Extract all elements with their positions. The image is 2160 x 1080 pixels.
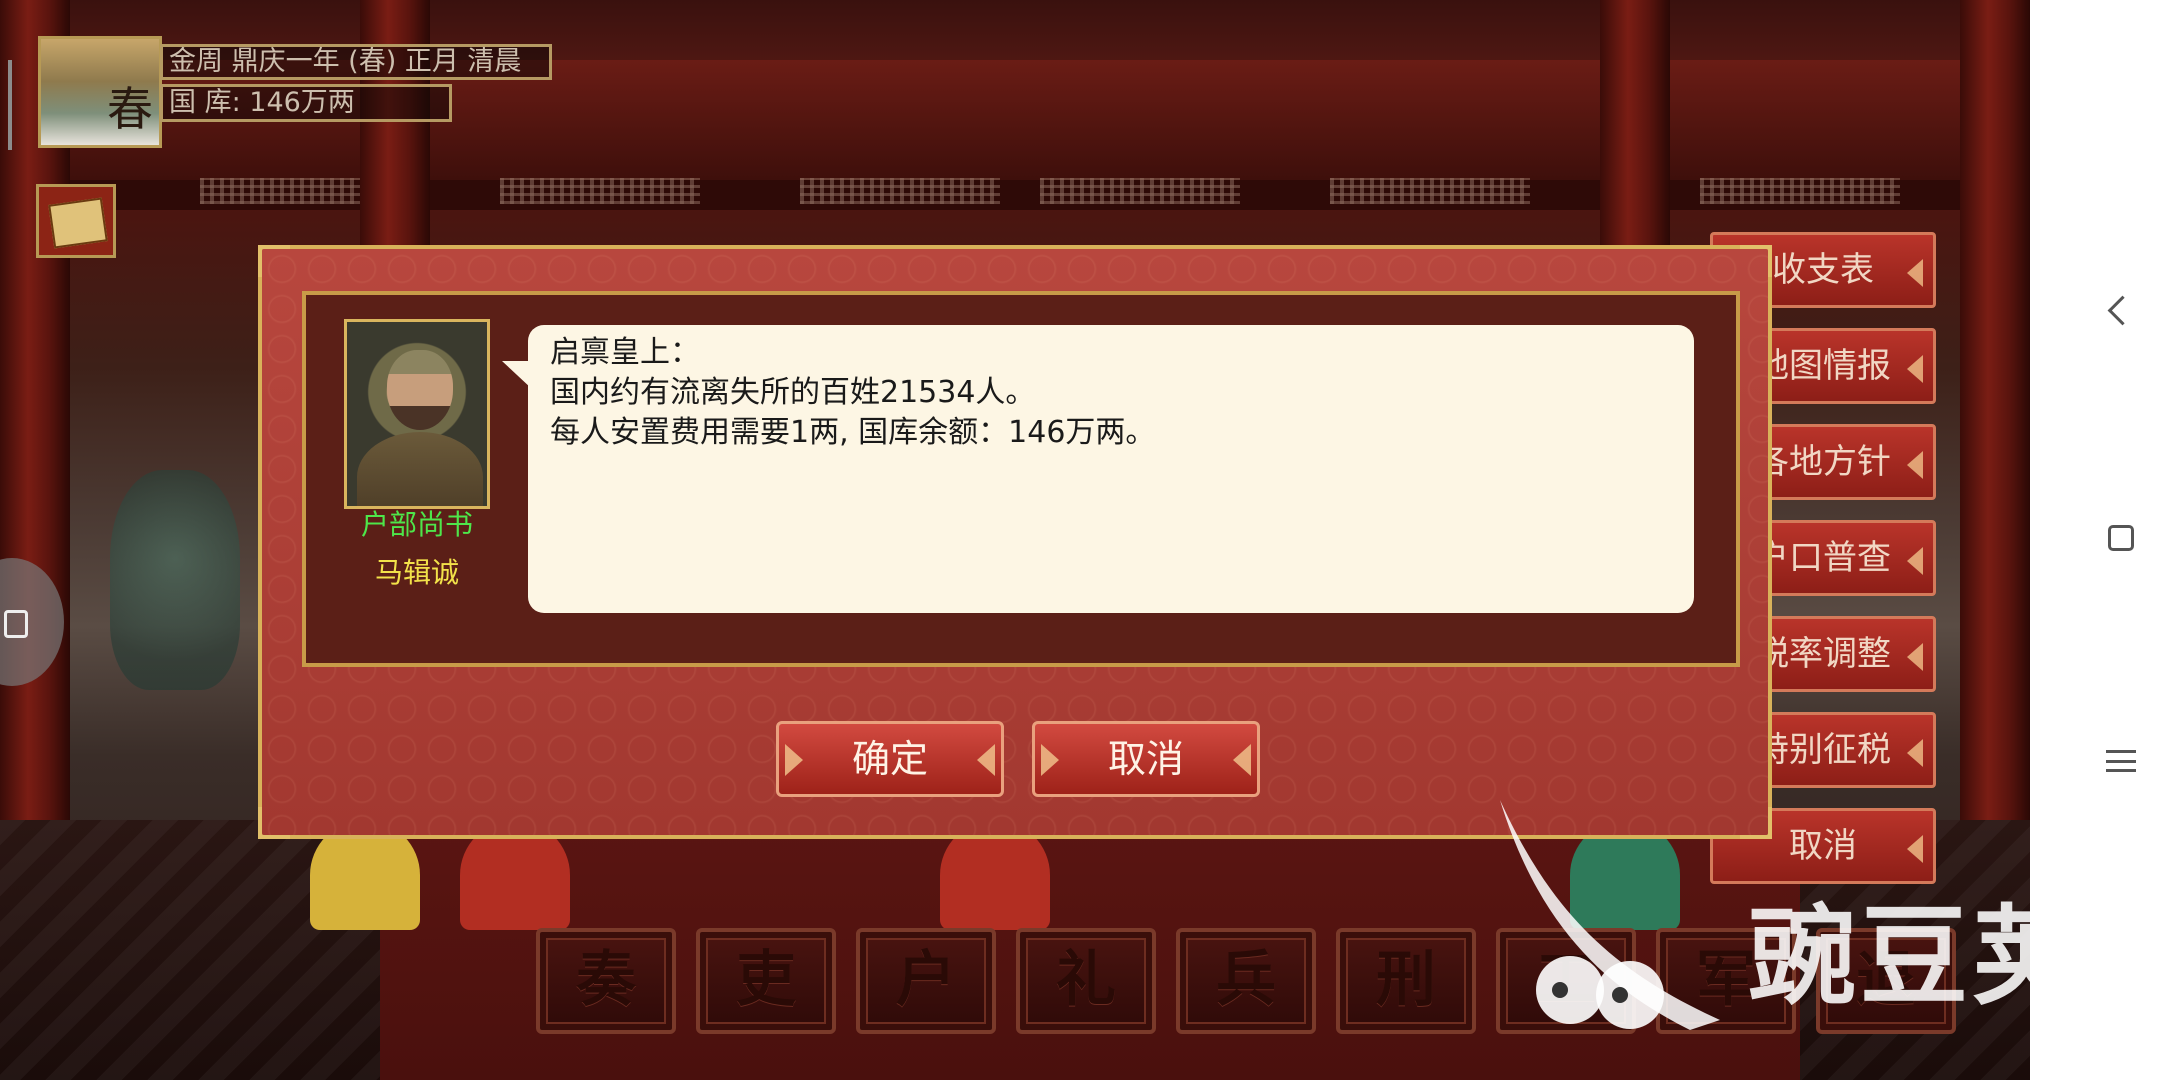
lattice-panel <box>800 178 1000 204</box>
lattice-panel <box>500 178 700 204</box>
message-line: 国内约有流离失所的百姓21534人。 <box>550 375 1036 410</box>
dept-button-war[interactable]: 兵 <box>1176 928 1316 1034</box>
dept-button-revenue[interactable]: 户 <box>856 928 996 1034</box>
book-icon[interactable] <box>36 184 116 258</box>
confirm-button[interactable]: 确定 <box>776 721 1004 797</box>
cancel-label: 取消 <box>1107 737 1184 781</box>
arrow-right-icon <box>785 744 803 776</box>
side-indicator <box>8 60 12 150</box>
pillar <box>1960 0 2030 820</box>
speaker-name: 马辑诚 <box>374 556 459 589</box>
watermark-logo-icon <box>1500 800 1720 1030</box>
home-icon[interactable] <box>2108 525 2134 551</box>
treasury-display: 国 库: 146万两 <box>160 84 452 122</box>
dialog-content-panel: 户部尚书 马辑诚 启禀皇上： 国内约有流离失所的百姓21534人。 每人安置费用… <box>302 291 1740 667</box>
speech-bubble: 启禀皇上： 国内约有流离失所的百姓21534人。 每人安置费用需要1两, 国库余… <box>502 325 1694 613</box>
menu-icon[interactable] <box>2106 750 2136 772</box>
dialog-corner <box>1740 245 1772 277</box>
dialog-corner <box>258 807 290 839</box>
dialog-corner <box>1740 807 1772 839</box>
dept-button-memorial[interactable]: 奏 <box>536 928 676 1034</box>
lattice-panel <box>1700 178 1900 204</box>
lattice-panel <box>1330 178 1530 204</box>
arrow-right-icon <box>1041 744 1059 776</box>
season-char: 春 <box>107 82 153 136</box>
lattice-panel <box>1040 178 1240 204</box>
speaker-title: 户部尚书 <box>360 508 473 541</box>
arrow-left-icon <box>977 744 995 776</box>
system-nav-bar <box>2030 0 2160 1080</box>
bronze-urn <box>110 470 240 690</box>
back-icon[interactable] <box>2107 295 2138 326</box>
message-line: 启禀皇上： <box>550 335 700 370</box>
portrait-head <box>387 350 453 430</box>
message-line: 每人安置费用需要1两, 国库余额：146万两。 <box>550 415 1156 450</box>
date-display: 金周 鼎庆一年 (春) 正月 清晨 <box>160 44 552 80</box>
confirm-label: 确定 <box>851 737 928 781</box>
cancel-button[interactable]: 取消 <box>1032 721 1260 797</box>
dialog-corner <box>258 245 290 277</box>
arrow-left-icon <box>1233 744 1251 776</box>
dept-button-rites[interactable]: 礼 <box>1016 928 1156 1034</box>
lock-icon <box>4 610 28 638</box>
minister-dialog: 户部尚书 马辑诚 启禀皇上： 国内约有流离失所的百姓21534人。 每人安置费用… <box>258 245 1772 839</box>
minister-portrait <box>344 319 490 509</box>
dept-button-personnel[interactable]: 吏 <box>696 928 836 1034</box>
dept-button-justice[interactable]: 刑 <box>1336 928 1476 1034</box>
season-icon[interactable]: 春 <box>38 36 162 148</box>
portrait-body <box>357 432 483 506</box>
